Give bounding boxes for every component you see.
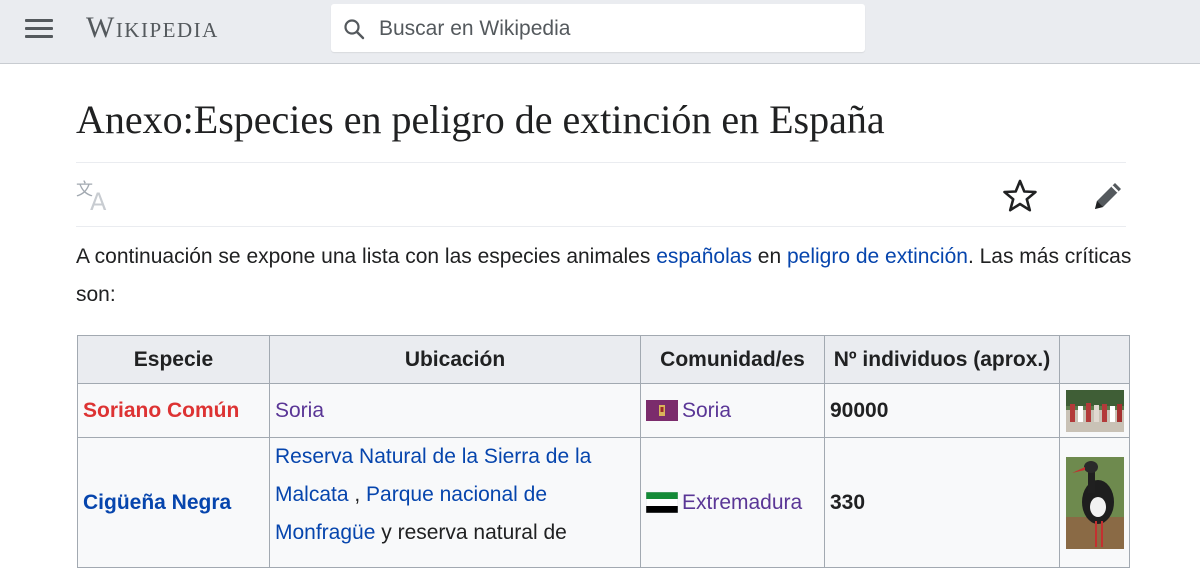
soria-flag-icon — [646, 400, 678, 422]
intro-paragraph: A continuación se expone una lista con l… — [76, 238, 1136, 314]
species-link-soriano[interactable]: Soriano Común — [83, 399, 239, 422]
svg-text:A: A — [90, 188, 107, 212]
header-empty — [1059, 335, 1130, 384]
language-icon[interactable]: 文 A — [76, 178, 116, 212]
header-ubicacion: Ubicación — [269, 335, 641, 384]
link-espanolas[interactable]: españolas — [656, 245, 752, 268]
black-stork-photo-thumbnail[interactable] — [1065, 456, 1124, 549]
location-text: Reserva Natural de la Sierra de la Malca… — [275, 438, 635, 552]
link-peligro-de-extincion[interactable]: peligro de extinción — [787, 245, 968, 268]
table-row: Soriano Común Soria Soria 90000 — [77, 383, 1130, 438]
edit-pencil-icon[interactable] — [1090, 178, 1126, 214]
cell-image — [1059, 437, 1130, 568]
table-header-row: Especie Ubicación Comunidad/es Nº indivi… — [77, 335, 1130, 384]
table-row: Cigüeña Negra Reserva Natural de la Sier… — [77, 437, 1130, 568]
top-header: Wikipedia — [0, 0, 1200, 64]
location-link-soria[interactable]: Soria — [275, 399, 324, 422]
actions-divider — [76, 226, 1126, 227]
wikipedia-logo[interactable]: Wikipedia — [86, 11, 219, 45]
location-text-rest: y reserva natural de — [375, 521, 567, 544]
watch-star-icon[interactable] — [1002, 178, 1038, 214]
count-value: 330 — [830, 490, 866, 514]
separator: , — [348, 483, 367, 506]
cell-comunidad: Soria — [640, 383, 825, 438]
intro-text: A continuación se expone una lista con l… — [76, 245, 657, 268]
cell-ubicacion: Soria — [269, 383, 641, 438]
species-table: Especie Ubicación Comunidad/es Nº indivi… — [77, 335, 1130, 568]
cell-ubicacion: Reserva Natural de la Sierra de la Malca… — [269, 437, 641, 568]
search-box[interactable] — [331, 4, 865, 52]
cell-image — [1059, 383, 1130, 438]
cell-comunidad: Extremadura — [640, 437, 825, 568]
crowd-photo-thumbnail[interactable] — [1065, 389, 1124, 432]
search-icon — [344, 19, 365, 40]
extremadura-flag-icon — [646, 492, 678, 514]
species-link-ciguena-negra[interactable]: Cigüeña Negra — [83, 491, 231, 514]
count-value: 90000 — [830, 398, 889, 422]
cell-individuos: 90000 — [824, 383, 1060, 438]
search-input[interactable] — [377, 12, 851, 46]
title-divider — [76, 162, 1126, 163]
hamburger-menu-icon[interactable] — [25, 16, 53, 40]
cell-especie: Cigüeña Negra — [77, 437, 270, 568]
header-comunidad: Comunidad/es — [640, 335, 825, 384]
header-especie: Especie — [77, 335, 270, 384]
cell-individuos: 330 — [824, 437, 1060, 568]
page-title: Anexo:Especies en peligro de extinción e… — [76, 97, 885, 142]
cell-especie: Soriano Común — [77, 383, 270, 438]
header-individuos: Nº individuos (aprox.) — [824, 335, 1060, 384]
intro-text: en — [751, 245, 787, 268]
community-link-soria[interactable]: Soria — [682, 399, 731, 422]
community-link-extremadura[interactable]: Extremadura — [682, 491, 802, 514]
